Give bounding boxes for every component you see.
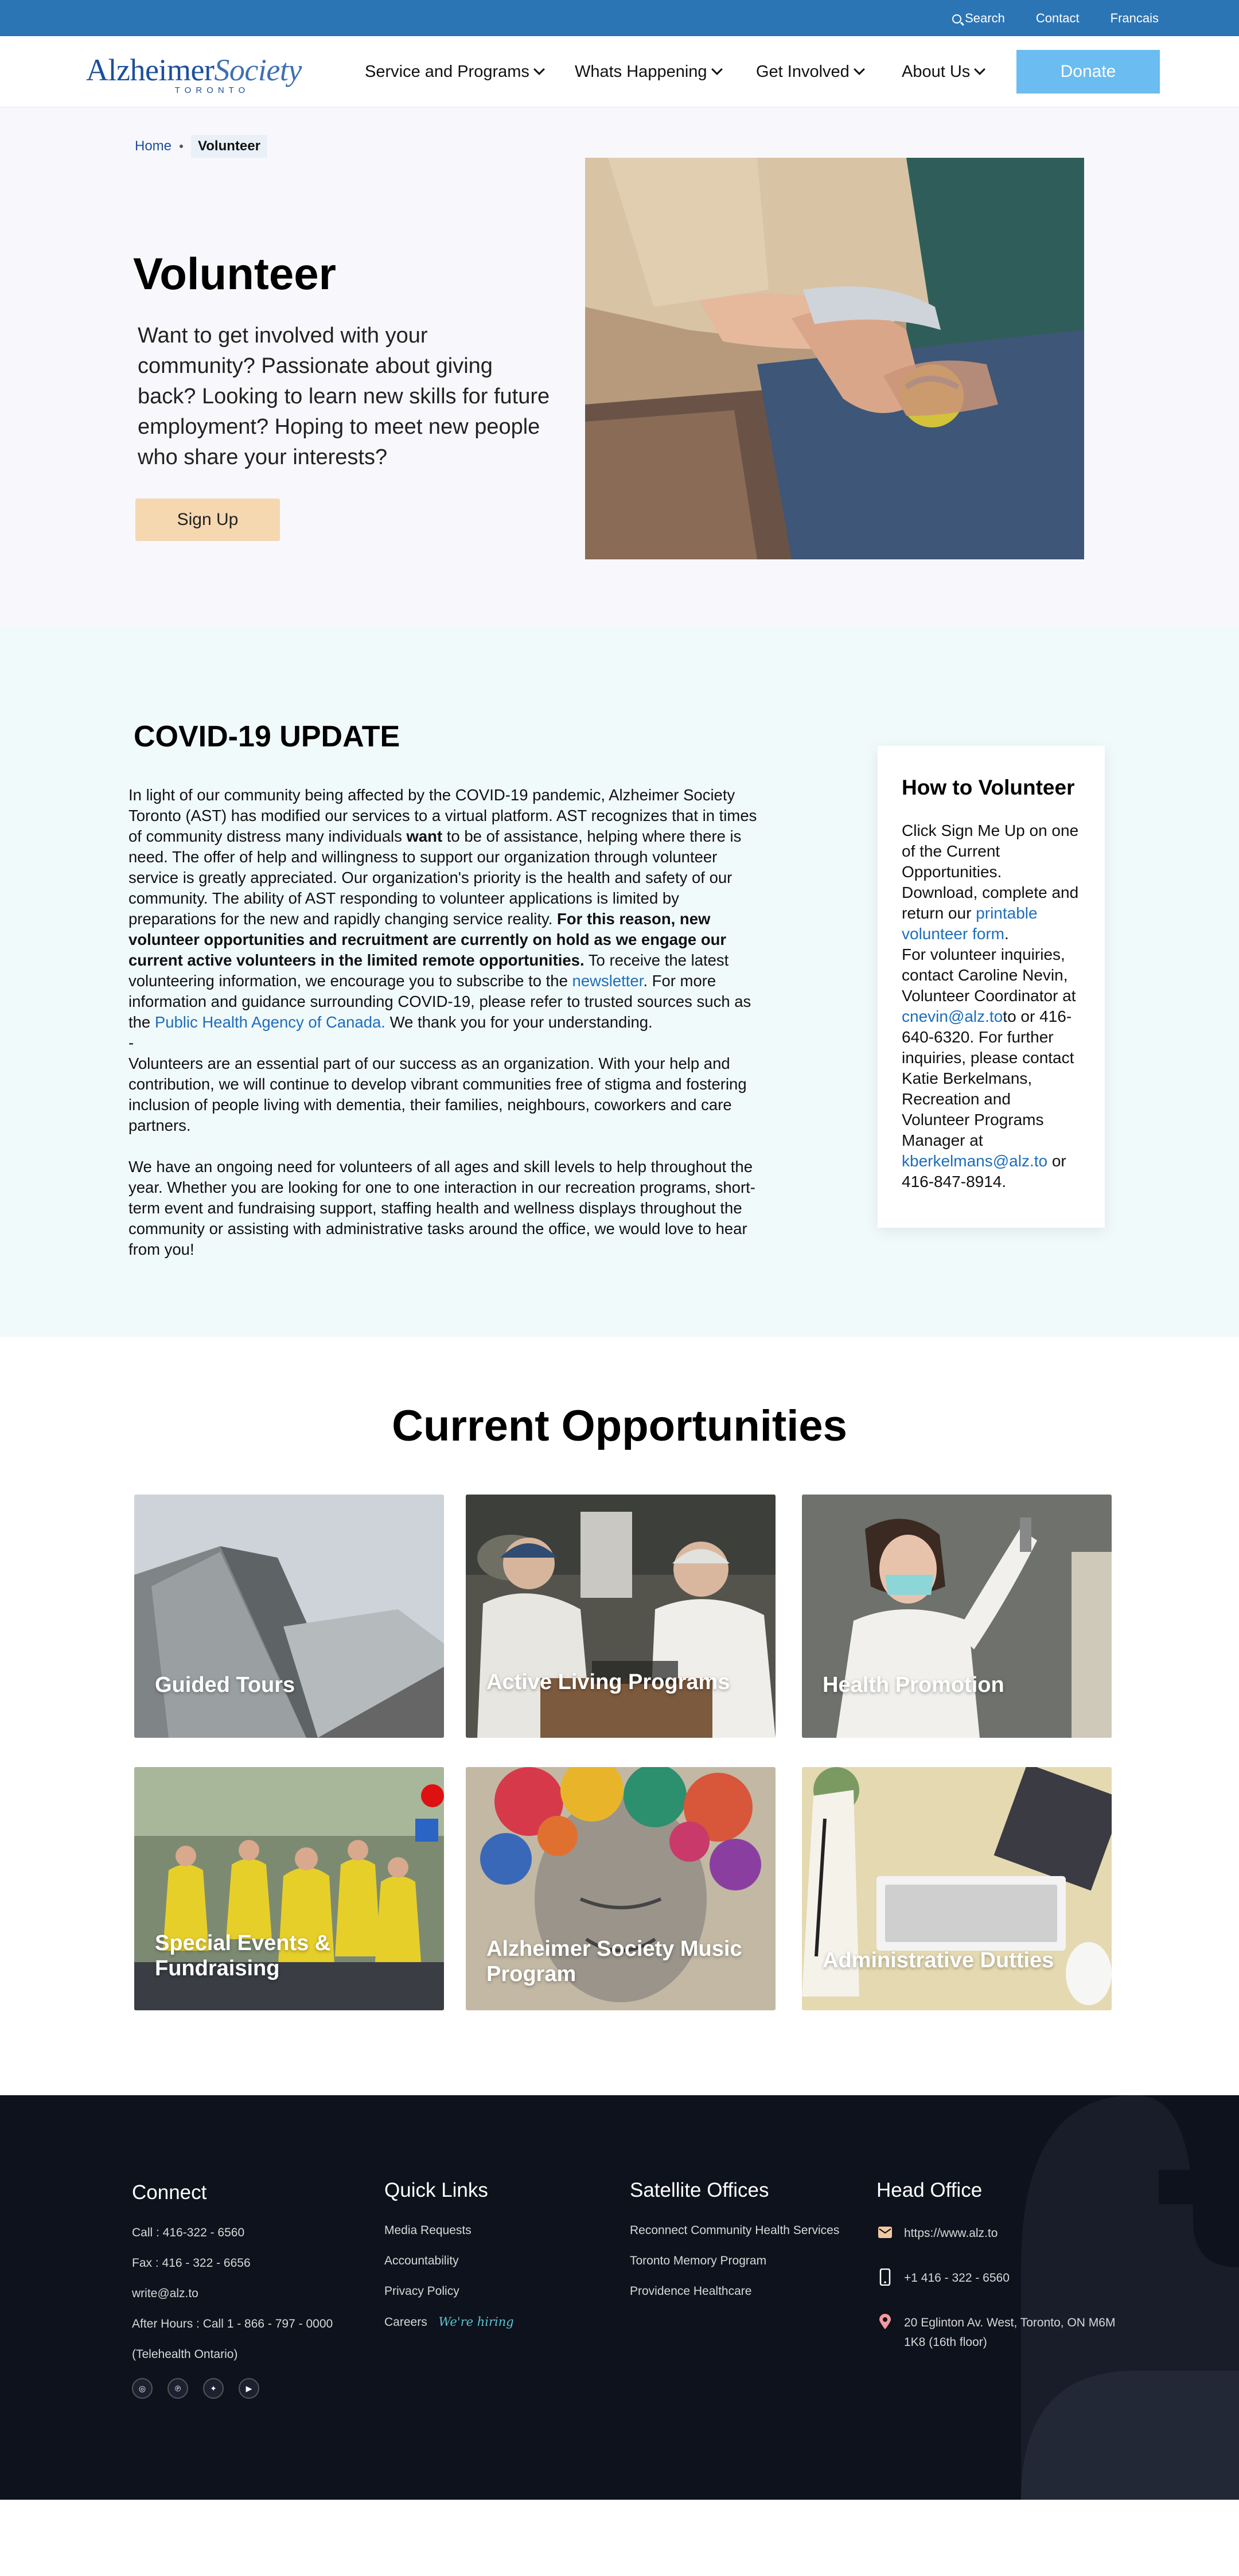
- card-administrative[interactable]: Administrative Dutties: [802, 1767, 1112, 2010]
- covid-paragraph-2: Volunteers are an essential part of our …: [128, 1054, 747, 1134]
- footer-head-office-title: Head Office: [876, 2179, 983, 2201]
- footer-quick-links: Quick Links Media Requests Accountabilit…: [384, 2179, 514, 2346]
- footer-link-providence[interactable]: Providence Healthcare: [630, 2285, 839, 2298]
- sign-up-button[interactable]: Sign Up: [135, 499, 280, 541]
- covid-paragraph-1: In light of our community being affected…: [128, 786, 757, 1031]
- footer-phone[interactable]: Call : 416-322 - 6560: [132, 2226, 333, 2240]
- email-kberkelmans-link[interactable]: kberkelmans@alz.to: [902, 1152, 1047, 1170]
- francais-link[interactable]: Francais: [1111, 11, 1159, 26]
- card-label: Administrative Dutties: [823, 1948, 1054, 1972]
- footer-after-hours: After Hours : Call 1 - 866 - 797 - 0000: [132, 2317, 333, 2330]
- how-to-volunteer-box: How to Volunteer Click Sign Me Up on one…: [878, 746, 1105, 1228]
- hero-intro: Want to get involved with your community…: [138, 324, 550, 469]
- how-to-volunteer-text: Click Sign Me Up on one of the Current O…: [902, 822, 1079, 1190]
- card-special-events[interactable]: Special Events & Fundraising: [134, 1767, 444, 2010]
- hero-image-holding-hands: [585, 158, 1084, 559]
- contact-link[interactable]: Contact: [1036, 11, 1080, 26]
- covid-title: COVID-19 UPDATE: [134, 720, 400, 753]
- how-to-volunteer-title: How to Volunteer: [902, 776, 1075, 799]
- footer-head-office: Head Office https://www.alz.to +1 416 - …: [876, 2179, 1117, 2377]
- social-links: ◎ ℗ ✦ ▶: [132, 2378, 333, 2399]
- footer-link-memory-program[interactable]: Toronto Memory Program: [630, 2254, 839, 2268]
- main-nav: Service and Programs Whats Happening Get…: [365, 36, 986, 107]
- footer-connect: Connect Call : 416-322 - 6560 Fax : 416 …: [132, 2181, 333, 2399]
- breadcrumb-home[interactable]: Home: [135, 138, 172, 154]
- page-title: Volunteer: [133, 248, 336, 299]
- hiring-badge: We're hiring: [438, 2315, 514, 2329]
- site-logo[interactable]: AlzheimerSociety TORONTO: [86, 52, 302, 95]
- location-pin-icon: [876, 2313, 894, 2330]
- footer-website[interactable]: https://www.alz.to: [876, 2224, 1117, 2243]
- email-cnevin-link[interactable]: cnevin@alz.to: [902, 1007, 1003, 1025]
- card-label: Guided Tours: [155, 1673, 295, 1697]
- mail-icon: [876, 2224, 894, 2241]
- donate-button[interactable]: Donate: [1016, 50, 1160, 94]
- phac-link[interactable]: Public Health Agency of Canada.: [155, 1013, 385, 1031]
- opportunities-section: Current Opportunities Guided Tours Activ…: [0, 1337, 1239, 2095]
- card-health-promotion[interactable]: Health Promotion: [802, 1495, 1112, 1738]
- footer-telehealth: (Telehealth Ontario): [132, 2348, 238, 2361]
- card-label: Alzheimer Society Music Program: [486, 1937, 742, 1986]
- card-guided-tours[interactable]: Guided Tours: [134, 1495, 444, 1738]
- phone-icon: [876, 2268, 894, 2286]
- breadcrumb-separator: [180, 145, 184, 148]
- card-label: Special Events & Fundraising: [155, 1931, 331, 1980]
- pinterest-icon[interactable]: ℗: [167, 2378, 188, 2399]
- covid-section: COVID-19 UPDATE In light of our communit…: [0, 627, 1239, 1337]
- breadcrumb: Home Volunteer: [135, 135, 267, 158]
- search-link[interactable]: Search: [952, 11, 1005, 26]
- covid-paragraph-3: We have an ongoing need for volunteers o…: [128, 1158, 755, 1258]
- newsletter-link[interactable]: newsletter: [572, 972, 644, 990]
- covid-body: In light of our community being affected…: [128, 785, 771, 1260]
- card-label: Active Living Programs: [486, 1670, 730, 1694]
- footer-address: 20 Eglinton Av. West, Toronto, ON M6M 1K…: [876, 2313, 1117, 2352]
- footer-link-reconnect[interactable]: Reconnect Community Health Services: [630, 2224, 839, 2238]
- footer-link-privacy[interactable]: Privacy Policy: [384, 2285, 514, 2298]
- footer-fax: Fax : 416 - 322 - 6656: [132, 2256, 251, 2270]
- chevron-down-icon: [974, 64, 986, 75]
- card-active-living[interactable]: Active Living Programs: [466, 1495, 776, 1738]
- footer-email[interactable]: write@alz.to: [132, 2287, 333, 2301]
- chevron-down-icon: [533, 64, 545, 75]
- covid-divider: -: [128, 1034, 134, 1052]
- twitter-icon[interactable]: ✦: [203, 2378, 224, 2399]
- instagram-icon[interactable]: ◎: [132, 2378, 153, 2399]
- hero-section: Home Volunteer Volunteer Want to get inv…: [0, 107, 1239, 627]
- opportunities-title: Current Opportunities: [392, 1402, 847, 1450]
- footer-satellite-offices: Satellite Offices Reconnect Community He…: [630, 2179, 839, 2315]
- chevron-down-icon: [853, 64, 865, 75]
- breadcrumb-current: Volunteer: [191, 135, 267, 158]
- footer-link-media[interactable]: Media Requests: [384, 2224, 514, 2238]
- card-music-program[interactable]: Alzheimer Society Music Program: [466, 1767, 776, 2010]
- footer-satellite-title: Satellite Offices: [630, 2179, 769, 2201]
- chevron-down-icon: [711, 64, 723, 75]
- youtube-icon[interactable]: ▶: [239, 2378, 259, 2399]
- search-icon: [952, 14, 962, 24]
- page-bottom-spacer: [0, 2500, 1239, 2576]
- footer-quick-links-title: Quick Links: [384, 2179, 488, 2201]
- site-footer: Connect Call : 416-322 - 6560 Fax : 416 …: [0, 2095, 1239, 2500]
- nav-get-involved[interactable]: Get Involved: [756, 63, 902, 81]
- card-label: Health Promotion: [823, 1673, 1004, 1697]
- footer-link-careers[interactable]: Careers We're hiring: [384, 2315, 514, 2329]
- footer-connect-title: Connect: [132, 2181, 207, 2204]
- nav-whats-happening[interactable]: Whats Happening: [575, 63, 756, 81]
- top-utility-bar: Search Contact Francais: [0, 0, 1239, 36]
- nav-about-us[interactable]: About Us: [902, 63, 986, 81]
- site-header: AlzheimerSociety TORONTO Service and Pro…: [0, 36, 1239, 107]
- footer-head-phone[interactable]: +1 416 - 322 - 6560: [876, 2268, 1117, 2288]
- footer-link-accountability[interactable]: Accountability: [384, 2254, 514, 2268]
- nav-service-and-programs[interactable]: Service and Programs: [365, 63, 575, 81]
